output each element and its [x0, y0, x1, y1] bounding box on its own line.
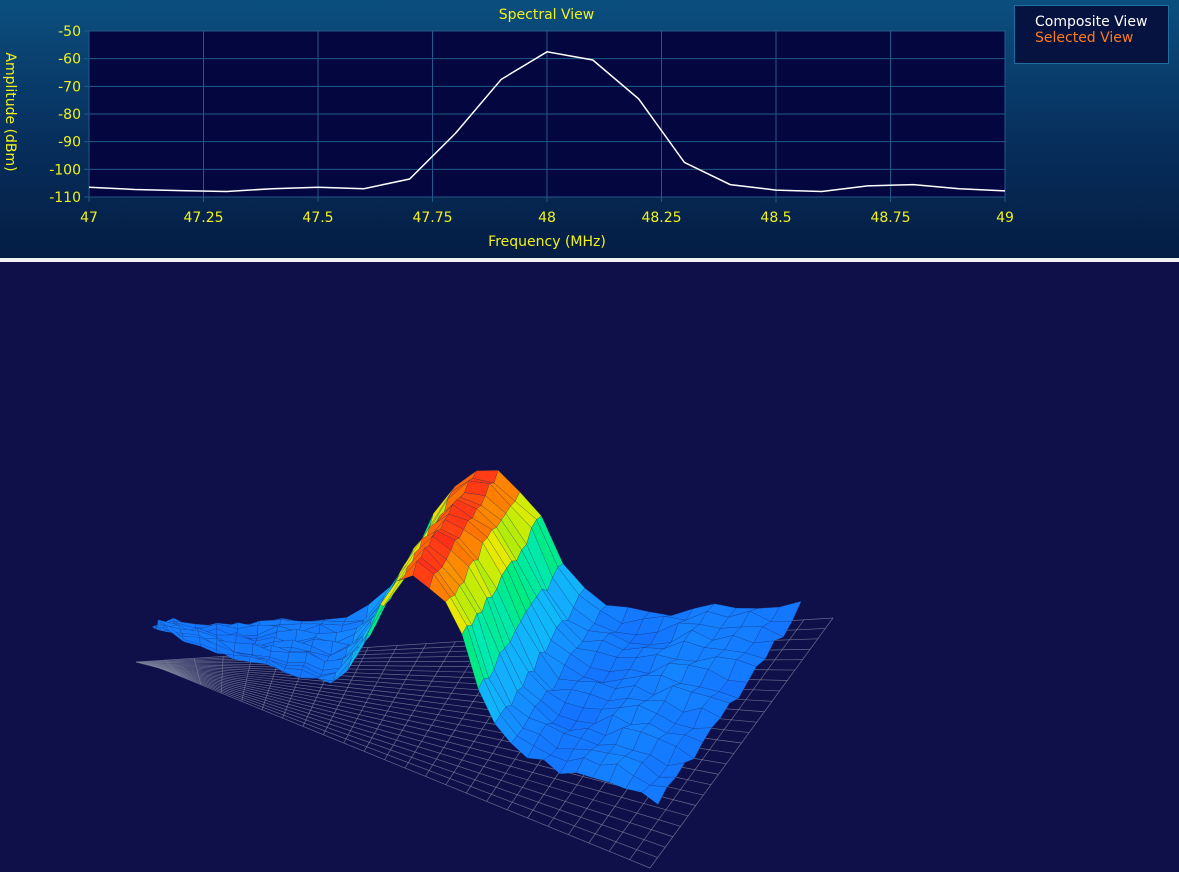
surface-facet	[287, 651, 308, 663]
surface-3d-view[interactable]	[0, 0, 1179, 872]
legend-item-selected[interactable]: Selected View	[1035, 30, 1168, 46]
y-axis-label: Amplitude (dBm)	[2, 52, 18, 172]
surface-facet	[344, 604, 369, 622]
legend-item-composite[interactable]: Composite View	[1035, 14, 1168, 30]
chart-title: Spectral View	[498, 7, 595, 23]
x-axis-label: Frequency (MHz)	[488, 234, 606, 250]
surface-facet	[298, 677, 317, 679]
surface-facet	[300, 620, 324, 625]
legend: Composite View Selected View	[1014, 5, 1169, 64]
